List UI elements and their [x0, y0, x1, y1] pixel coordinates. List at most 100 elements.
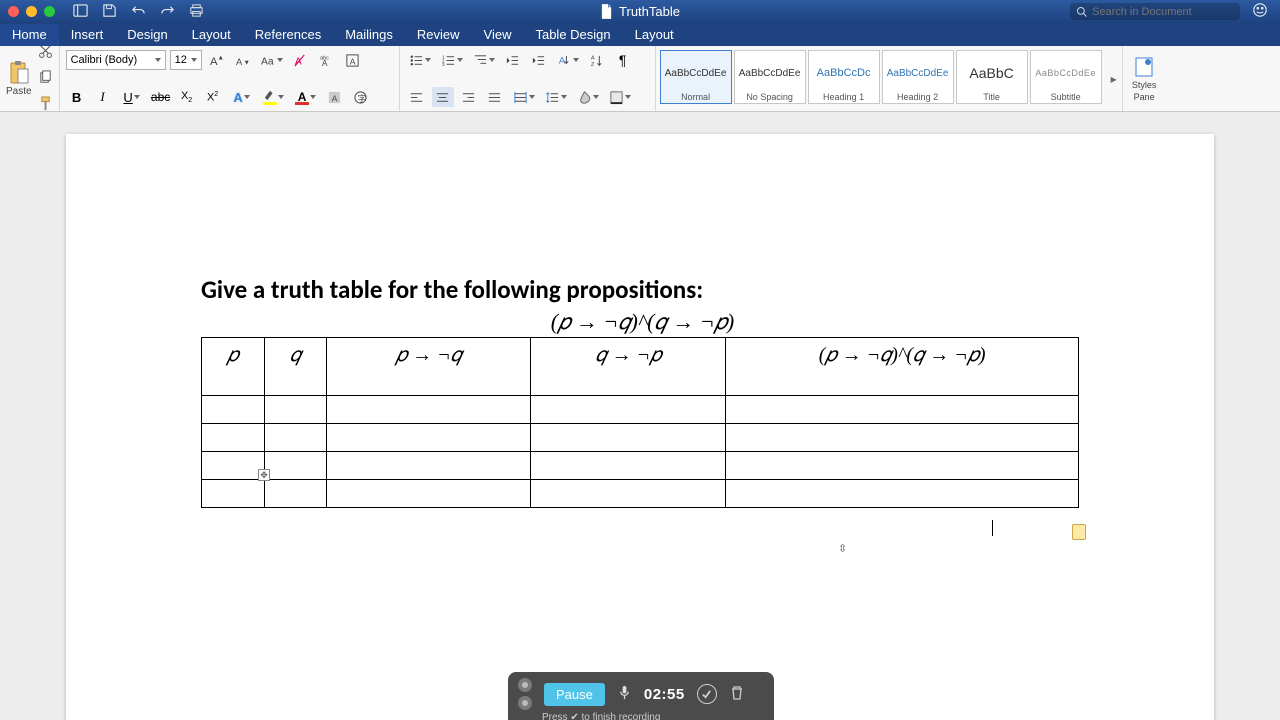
sort-icon[interactable]: AZ — [586, 50, 608, 70]
table-header-cell[interactable]: 𝑞 → ¬𝑝 — [531, 338, 726, 396]
style-title[interactable]: AaBbCTitle — [956, 50, 1028, 104]
table-cell[interactable] — [531, 480, 726, 508]
style-heading-2[interactable]: AaBbCcDdEeHeading 2 — [882, 50, 954, 104]
tab-references[interactable]: References — [243, 24, 333, 46]
table-cell[interactable] — [327, 396, 531, 424]
paste-button[interactable]: Paste — [6, 60, 32, 97]
bullets-icon[interactable] — [406, 53, 434, 68]
align-left-icon[interactable] — [406, 87, 428, 107]
close-window-button[interactable] — [8, 6, 19, 17]
show-marks-icon[interactable]: ¶ — [612, 50, 634, 70]
tab-layout[interactable]: Layout — [623, 24, 686, 46]
table-cell[interactable] — [202, 480, 265, 508]
justify-icon[interactable] — [484, 87, 506, 107]
table-cell[interactable] — [726, 452, 1079, 480]
italic-button[interactable]: I — [92, 87, 114, 107]
phonetic-guide-icon[interactable]: abcA — [316, 50, 338, 70]
borders-icon[interactable] — [606, 90, 634, 105]
distributed-icon[interactable] — [510, 90, 538, 105]
character-border-icon[interactable]: A — [342, 50, 364, 70]
save-icon[interactable] — [102, 3, 117, 21]
print-icon[interactable] — [189, 3, 204, 21]
table-move-handle[interactable]: ✥ — [258, 469, 270, 481]
search-input[interactable] — [1092, 6, 1232, 18]
pause-button[interactable]: Pause — [544, 683, 605, 706]
style-no-spacing[interactable]: AaBbCcDdEeNo Spacing — [734, 50, 806, 104]
truth-table[interactable]: 𝑝𝑞𝑝 → ¬𝑞𝑞 → ¬𝑝(𝑝 → ¬𝑞)^(𝑞 → ¬𝑝) — [201, 337, 1079, 508]
table-header-cell[interactable]: 𝑝 → ¬𝑞 — [327, 338, 531, 396]
feedback-icon[interactable] — [1252, 2, 1268, 21]
table-cell[interactable] — [264, 424, 327, 452]
sidebar-toggle-icon[interactable] — [73, 3, 88, 21]
superscript-button[interactable]: X2 — [202, 87, 224, 107]
tab-view[interactable]: View — [472, 24, 524, 46]
copy-icon[interactable] — [38, 70, 53, 88]
record-stop-icon[interactable] — [518, 678, 532, 692]
table-cell[interactable] — [726, 424, 1079, 452]
decrease-font-icon[interactable]: A▼ — [232, 50, 254, 70]
table-header-cell[interactable]: 𝑝 — [202, 338, 265, 396]
font-name-select[interactable]: Calibri (Body) — [66, 50, 166, 70]
strikethrough-button[interactable]: abc — [150, 87, 172, 107]
tab-mailings[interactable]: Mailings — [333, 24, 405, 46]
table-cell[interactable] — [264, 480, 327, 508]
multilevel-list-icon[interactable] — [470, 53, 498, 68]
minimize-window-button[interactable] — [26, 6, 37, 17]
undo-icon[interactable] — [131, 3, 146, 21]
cut-icon[interactable] — [38, 44, 53, 62]
tab-table-design[interactable]: Table Design — [523, 24, 622, 46]
styles-more-button[interactable]: ▸ — [1106, 46, 1122, 111]
zoom-window-button[interactable] — [44, 6, 55, 17]
table-cell[interactable] — [327, 452, 531, 480]
align-center-icon[interactable] — [432, 87, 454, 107]
redo-icon[interactable] — [160, 3, 175, 21]
increase-indent-icon[interactable] — [528, 50, 550, 70]
font-size-select[interactable]: 12 — [170, 50, 202, 70]
table-cell[interactable] — [531, 424, 726, 452]
table-cell[interactable] — [531, 452, 726, 480]
bold-button[interactable]: B — [66, 87, 88, 107]
tab-insert[interactable]: Insert — [59, 24, 116, 46]
table-cell[interactable] — [327, 480, 531, 508]
table-cell[interactable] — [202, 424, 265, 452]
style-normal[interactable]: AaBbCcDdEeNormal — [660, 50, 732, 104]
style-heading-1[interactable]: AaBbCcDcHeading 1 — [808, 50, 880, 104]
table-cell[interactable] — [202, 396, 265, 424]
character-shading-icon[interactable]: A — [324, 87, 346, 107]
shading-icon[interactable] — [574, 90, 602, 105]
page[interactable]: Give a truth table for the following pro… — [66, 134, 1214, 720]
table-cell[interactable] — [264, 396, 327, 424]
line-spacing-icon[interactable] — [542, 90, 570, 105]
text-effects-icon[interactable]: A — [228, 90, 256, 105]
table-cell[interactable] — [327, 424, 531, 452]
underline-button[interactable]: U — [118, 90, 146, 105]
paste-options-icon[interactable] — [1072, 524, 1086, 540]
numbering-icon[interactable]: 123 — [438, 53, 466, 68]
text-direction-icon[interactable]: A — [554, 53, 582, 68]
tab-review[interactable]: Review — [405, 24, 472, 46]
finish-recording-button[interactable] — [697, 684, 717, 704]
subscript-button[interactable]: X2 — [176, 87, 198, 107]
highlight-color-icon[interactable] — [260, 89, 288, 105]
decrease-indent-icon[interactable] — [502, 50, 524, 70]
increase-font-icon[interactable]: A▲ — [206, 50, 228, 70]
table-header-cell[interactable]: (𝑝 → ¬𝑞)^(𝑞 → ¬𝑝) — [726, 338, 1079, 396]
change-case-icon[interactable]: Aa — [258, 53, 286, 68]
tab-design[interactable]: Design — [115, 24, 179, 46]
font-color-icon[interactable]: A — [292, 90, 320, 105]
enclose-characters-icon[interactable]: 字 — [350, 87, 372, 107]
delete-recording-icon[interactable] — [729, 685, 745, 704]
microphone-icon[interactable] — [617, 685, 632, 703]
clear-formatting-icon[interactable]: A — [290, 50, 312, 70]
table-cell[interactable] — [726, 396, 1079, 424]
format-painter-icon[interactable] — [38, 96, 53, 114]
align-right-icon[interactable] — [458, 87, 480, 107]
table-cell[interactable] — [202, 452, 265, 480]
table-cell[interactable] — [531, 396, 726, 424]
styles-pane-button[interactable]: Styles Pane — [1122, 46, 1166, 111]
table-header-cell[interactable]: 𝑞 — [264, 338, 327, 396]
table-cell[interactable] — [264, 452, 327, 480]
search-box[interactable] — [1070, 3, 1240, 20]
table-cell[interactable] — [726, 480, 1079, 508]
style-subtitle[interactable]: AaBbCcDdEeSubtitle — [1030, 50, 1102, 104]
